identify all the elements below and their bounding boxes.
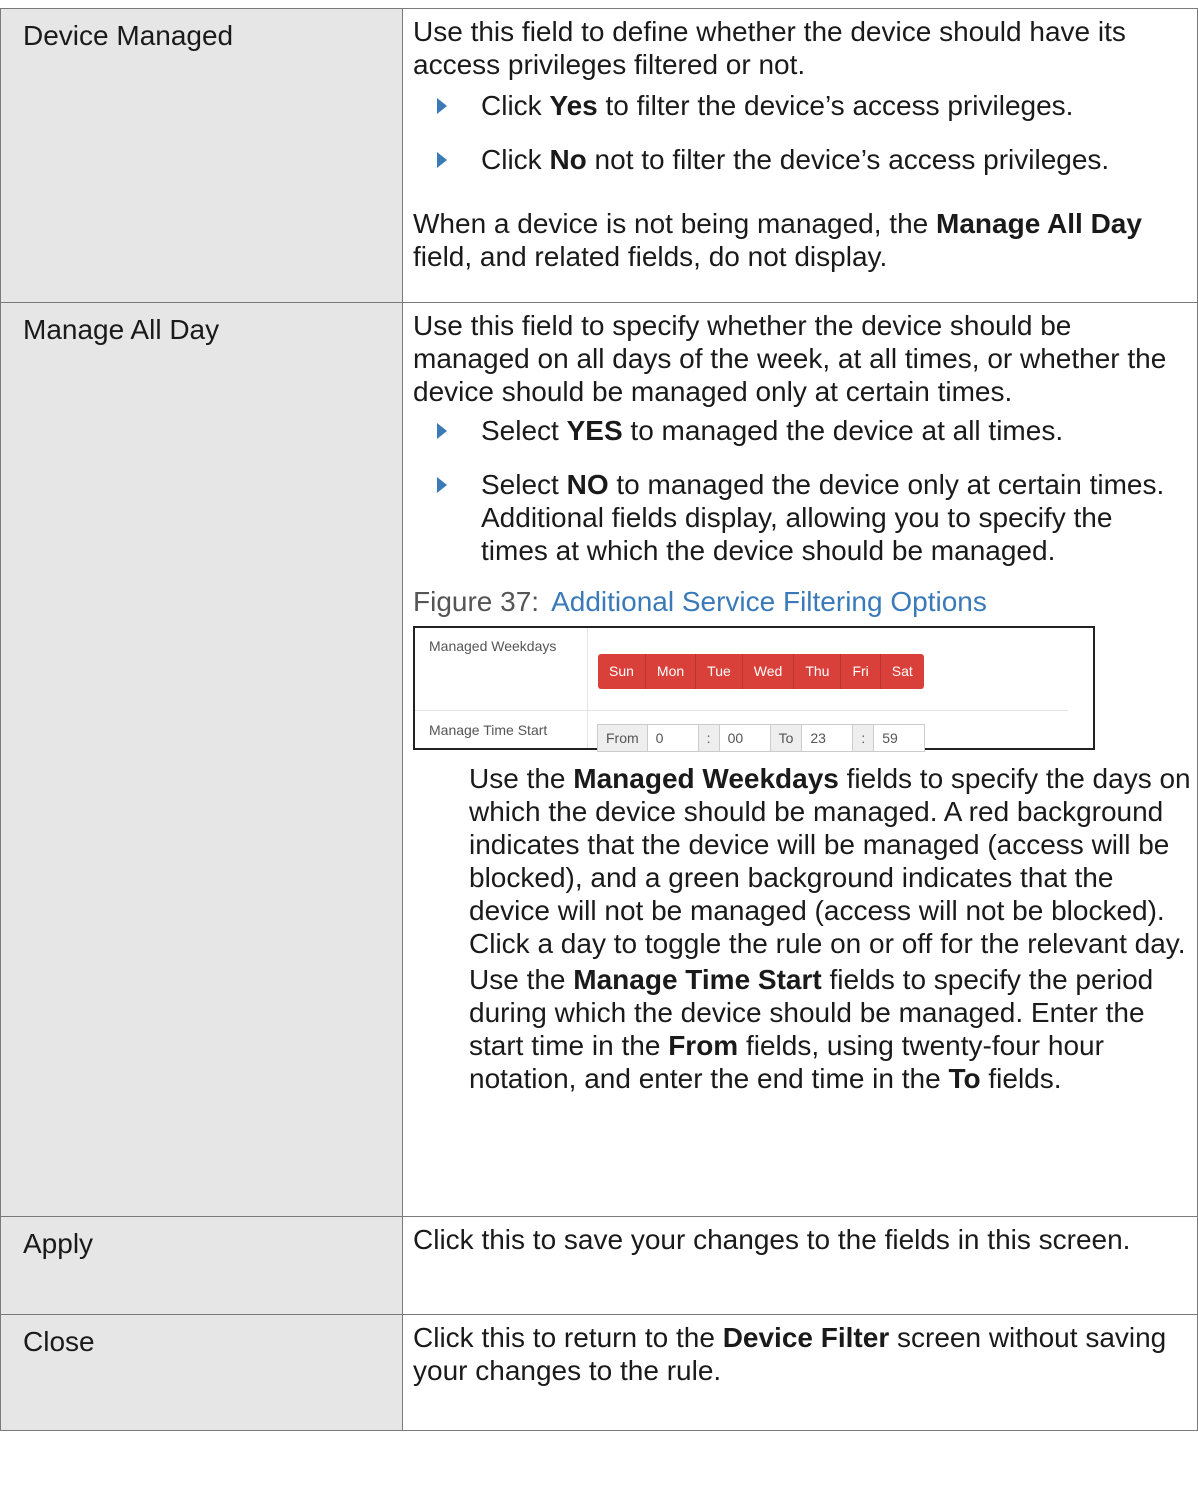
field-description: Click this to return to the Device Filte… (402, 1314, 1198, 1431)
time-separator: : (697, 724, 720, 752)
bullet-item: Select NO to managed the device only at … (413, 468, 1193, 567)
time-separator: : (852, 724, 875, 752)
field-label: Manage All Day (0, 302, 403, 1217)
description-text: Click this to return to the Device Filte… (413, 1322, 1167, 1386)
field-label: Device Managed (0, 8, 403, 303)
description-text: Use the Managed Weekdays fields to speci… (469, 763, 1191, 959)
day-wed-button[interactable]: Wed (742, 654, 795, 689)
day-sun-button[interactable]: Sun (598, 654, 646, 689)
table-row: Apply Click this to save your changes to… (0, 1216, 1198, 1315)
field-description: Click this to save your changes to the f… (402, 1216, 1198, 1315)
field-description: Use this field to define whether the dev… (402, 8, 1198, 303)
divider (587, 628, 588, 748)
from-label: From (597, 724, 648, 752)
to-hour-input[interactable]: 23 (801, 724, 854, 752)
description-text: Use this field to specify whether the de… (413, 310, 1167, 407)
day-thu-button[interactable]: Thu (794, 654, 842, 689)
bullet-item: Click No not to filter the device’s acce… (413, 143, 1193, 176)
bullet-item: Click Yes to filter the device’s access … (413, 89, 1193, 122)
day-mon-button[interactable]: Mon (645, 654, 697, 689)
table-row: Manage All Day Use this field to specify… (0, 302, 1198, 1217)
managed-weekdays-label: Managed Weekdays (429, 638, 557, 654)
divider (415, 710, 1068, 711)
time-range-inputs: From 0 : 00 To 23 : 59 (597, 724, 926, 752)
weekday-buttons: Sun Mon Tue Wed Thu Fri Sat (598, 654, 924, 689)
figure-caption: Figure 37: Additional Service Filtering O… (413, 586, 987, 617)
day-sat-button[interactable]: Sat (880, 654, 924, 689)
to-label: To (769, 724, 803, 752)
day-fri-button[interactable]: Fri (841, 654, 881, 689)
filtering-options-figure: Managed Weekdays Sun Mon Tue Wed Thu Fri… (413, 626, 1095, 752)
note-text: When a device is not being managed, the … (413, 208, 1142, 272)
field-description-table: Device Managed Use this field to define … (0, 8, 1198, 1431)
manage-time-start-label: Manage Time Start (429, 722, 548, 738)
field-label: Close (0, 1314, 403, 1431)
table-row: Close Click this to return to the Device… (0, 1314, 1198, 1431)
description-text: Use this field to define whether the dev… (413, 16, 1126, 80)
from-hour-input[interactable]: 0 (646, 724, 699, 752)
from-minute-input[interactable]: 00 (718, 724, 771, 752)
description-text: Use the Manage Time Start fields to spec… (469, 964, 1154, 1094)
field-label: Apply (0, 1216, 403, 1315)
description-text: Click this to save your changes to the f… (413, 1224, 1131, 1255)
day-tue-button[interactable]: Tue (696, 654, 743, 689)
bullet-item: Select YES to managed the device at all … (413, 414, 1193, 447)
to-minute-input[interactable]: 59 (873, 724, 926, 752)
field-description: Use this field to specify whether the de… (402, 302, 1198, 1217)
table-row: Device Managed Use this field to define … (0, 8, 1198, 303)
